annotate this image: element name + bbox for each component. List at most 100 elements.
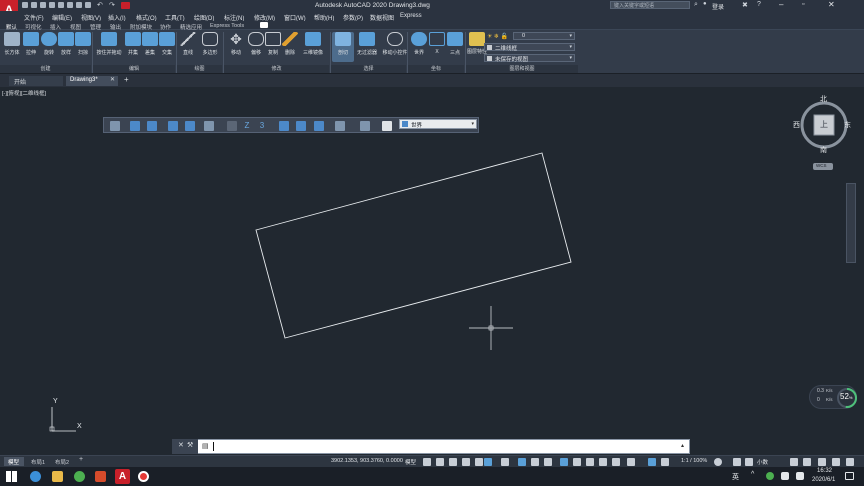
viewcube-south[interactable]: 南 — [820, 145, 827, 155]
plot-icon[interactable] — [58, 2, 64, 8]
notification-icon[interactable] — [845, 472, 854, 480]
slice-tool[interactable]: 剖切 — [332, 32, 354, 62]
panel-layers-views[interactable]: 图层和视图 — [466, 65, 578, 73]
navigation-bar[interactable] — [846, 183, 856, 263]
ucs-manager-icon[interactable] — [382, 121, 392, 131]
viewcube[interactable]: 上 北 南 西 东 — [793, 96, 851, 154]
view-ucs-icon[interactable] — [204, 121, 214, 131]
snap-icon[interactable] — [436, 458, 444, 466]
selection-filter-icon[interactable] — [612, 458, 620, 466]
layer-combo[interactable]: 0 ▾ — [513, 32, 575, 40]
face-ucs-icon[interactable] — [168, 121, 178, 131]
edge-icon[interactable] — [30, 471, 41, 482]
infer-icon[interactable] — [449, 458, 457, 466]
y-rotate-icon[interactable] — [296, 121, 306, 131]
transparency-icon[interactable] — [573, 458, 581, 466]
windows-start-icon[interactable] — [6, 471, 17, 482]
polygon-tool[interactable]: 多边形 — [199, 32, 221, 62]
quick-properties-icon[interactable] — [790, 458, 798, 466]
3d-object-snap-icon[interactable] — [544, 458, 552, 466]
save-as-icon[interactable] — [49, 2, 55, 8]
minimize-button[interactable]: – — [779, 0, 783, 9]
annotation-visibility-icon[interactable] — [648, 458, 656, 466]
ortho-icon[interactable] — [475, 458, 483, 466]
close-icon[interactable]: ✕ — [110, 76, 115, 83]
layout-tab-model[interactable]: 模型 — [4, 457, 24, 466]
panel-edit[interactable]: 编辑 — [93, 65, 175, 73]
lineweight-icon[interactable] — [560, 458, 568, 466]
erase-tool[interactable]: 删除 — [279, 32, 301, 62]
drawing-canvas[interactable]: [-][俯视][二维线框] Y X Z 3 世界 ▾ 上 北 南 西 东 WCS… — [0, 87, 864, 455]
mirror3d-tool[interactable]: 三维镜像 — [300, 32, 326, 62]
ucs-3point-tool[interactable]: 三点 — [444, 32, 466, 62]
intersect-tool[interactable]: 交集 — [156, 32, 178, 62]
undo-icon[interactable]: ↶ — [97, 1, 103, 9]
origin-ucs-icon[interactable] — [227, 121, 237, 131]
object-snap-icon[interactable] — [531, 458, 539, 466]
save-icon[interactable] — [40, 2, 46, 8]
hardware-acceleration-icon[interactable] — [818, 458, 826, 466]
new-tab-button[interactable]: + — [124, 75, 129, 84]
security-icon[interactable] — [766, 472, 774, 480]
add-layout-icon[interactable]: + — [79, 456, 83, 463]
grid-icon[interactable] — [423, 458, 431, 466]
command-line[interactable]: ✕ ⚒ ▤ ▴ — [172, 439, 690, 454]
wcs-menu[interactable]: WCS — [813, 163, 833, 170]
object-snap-tracking-icon[interactable] — [518, 458, 526, 466]
panel-coordinates[interactable]: 坐标 — [408, 65, 464, 73]
redo-icon[interactable]: ↷ — [109, 1, 115, 9]
world-icon[interactable] — [130, 121, 140, 131]
share-icon[interactable] — [76, 2, 82, 8]
gear-icon[interactable] — [714, 458, 722, 466]
viewcube-face[interactable]: 上 — [820, 119, 828, 130]
chevron-up-icon[interactable]: ▴ — [681, 442, 684, 449]
record-icon[interactable] — [138, 471, 149, 482]
ime-indicator[interactable]: 英 — [732, 472, 739, 482]
viewcube-east[interactable]: 东 — [844, 120, 851, 130]
line-tool[interactable]: 直线 — [177, 32, 199, 62]
polar-icon[interactable] — [484, 458, 492, 466]
dynamic-ucs-icon[interactable] — [599, 458, 607, 466]
tab-start[interactable]: 开始 — [9, 76, 63, 86]
clean-screen-icon[interactable] — [832, 458, 840, 466]
explorer-icon[interactable] — [52, 471, 63, 482]
close-icon[interactable]: ✕ — [178, 441, 184, 449]
sweep-tool[interactable]: 扫掠 — [72, 32, 94, 62]
help-icon[interactable]: ? — [757, 1, 761, 8]
chevron-up-icon[interactable]: ^ — [751, 471, 754, 478]
wrench-icon[interactable]: ⚒ — [187, 441, 193, 449]
annotation-scale[interactable]: 1:1 / 100% — [681, 458, 707, 464]
no-filter-tool[interactable]: 无过滤器 — [354, 32, 380, 62]
presspull-tool[interactable]: 按住并拖动 — [96, 32, 122, 62]
cloud-icon[interactable] — [85, 2, 91, 8]
autocad-taskbar-icon[interactable]: A — [115, 469, 130, 484]
search-input[interactable]: 键入关键字或短语 — [610, 1, 690, 9]
model-space-toggle[interactable]: 模型 — [405, 458, 416, 466]
menu-express[interactable]: Express — [400, 13, 422, 19]
layer-state-icons[interactable]: ☀ ❄ 🔓 — [487, 33, 508, 40]
isodraft-icon[interactable] — [501, 458, 509, 466]
saved-view-combo[interactable]: 未保存的视图 ▾ — [484, 54, 575, 63]
move-gizmo-tool[interactable]: 移动小控件 — [382, 32, 408, 62]
dynamic-input-icon[interactable] — [462, 458, 470, 466]
search-icon[interactable]: ⌕ — [694, 1, 698, 9]
office-icon[interactable] — [95, 471, 106, 482]
isolate-icon[interactable] — [745, 458, 753, 466]
tab-drawing3[interactable]: Drawing3* ✕ — [66, 76, 118, 86]
layout-tab-1[interactable]: 布局1 — [31, 458, 45, 466]
viewcube-north[interactable]: 北 — [820, 94, 827, 104]
units-dropdown[interactable]: 小数 — [757, 458, 768, 466]
customization-icon[interactable] — [846, 458, 854, 466]
panel-modify[interactable]: 修改 — [224, 65, 329, 73]
ucs-floating-toolbar[interactable]: Z 3 世界 ▾ — [103, 117, 479, 133]
3point-ucs-icon[interactable]: 3 — [257, 121, 267, 131]
open-icon[interactable] — [31, 2, 37, 8]
network-icon[interactable] — [781, 472, 789, 480]
visual-style-combo[interactable]: 二维线框 ▾ — [484, 43, 575, 52]
gizmo-icon[interactable] — [627, 458, 635, 466]
exchange-icon[interactable]: ✖ — [742, 1, 748, 9]
drawing-geometry[interactable] — [0, 87, 864, 455]
selection-cycling-icon[interactable] — [586, 458, 594, 466]
coordinates-readout[interactable]: 3902.1353, 903.3760, 0.0000 — [331, 458, 403, 464]
move-tool[interactable]: ✥ 移动 — [225, 32, 247, 62]
